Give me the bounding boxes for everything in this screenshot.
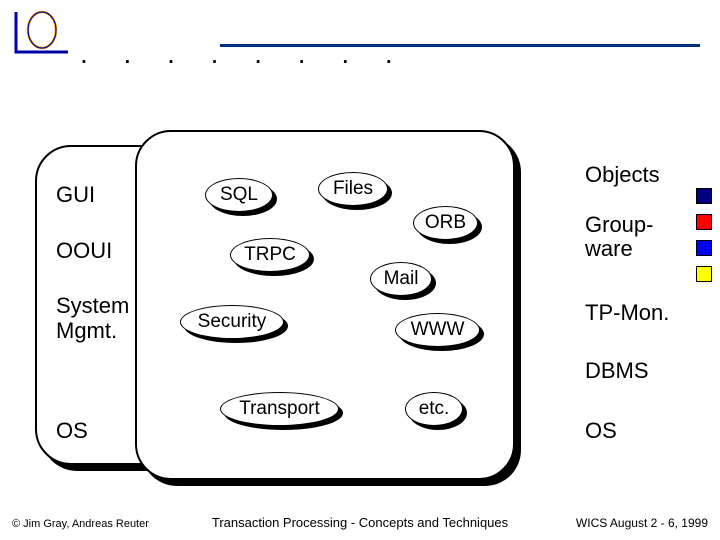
label-gui: GUI: [56, 182, 95, 208]
node-orb: ORB: [413, 206, 478, 240]
node-mail: Mail: [370, 262, 432, 296]
node-sql: SQL: [205, 178, 273, 212]
color-swatch-2: [696, 214, 712, 230]
color-swatch-3: [696, 240, 712, 256]
node-transport: Transport: [220, 392, 339, 426]
label-ooui: OOUI: [56, 238, 112, 264]
label-objects: Objects: [585, 162, 660, 188]
label-os-right: OS: [585, 418, 617, 444]
label-sysmgmt-line2: Mgmt.: [56, 318, 117, 344]
label-sysmgmt-line1: System: [56, 293, 129, 319]
footer-date: WICS August 2 - 6, 1999: [576, 516, 708, 530]
label-tpmon: TP-Mon.: [585, 300, 669, 326]
color-swatch-1: [696, 188, 712, 204]
node-security: Security: [180, 305, 284, 339]
label-os-left: OS: [56, 418, 88, 444]
logo-graphic: [12, 8, 72, 61]
color-swatch-4: [696, 266, 712, 282]
label-groupware-line2: ware: [585, 236, 633, 262]
node-trpc: TRPC: [230, 238, 310, 272]
node-etc: etc.: [405, 392, 463, 426]
decorative-dots: . . . . . . . .: [80, 38, 407, 70]
label-dbms: DBMS: [585, 358, 649, 384]
header-rule: [220, 44, 700, 47]
node-www: WWW: [395, 313, 480, 347]
label-groupware-line1: Group-: [585, 212, 653, 238]
node-files: Files: [318, 172, 388, 206]
